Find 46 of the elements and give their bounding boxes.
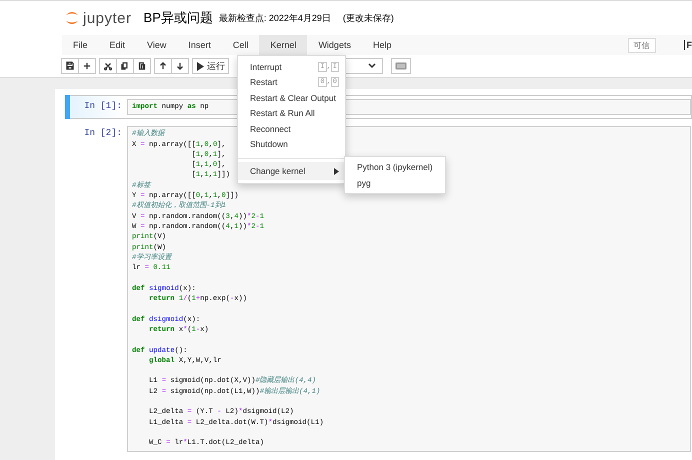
kernel-option[interactable]: Python 3 (ipykernel)	[357, 162, 433, 172]
menu-item[interactable]: Widgets	[307, 35, 362, 55]
menu-option[interactable]: Restart & Run All	[250, 108, 339, 118]
notebook-title[interactable]: BP异或问题	[144, 9, 213, 27]
scissors-icon	[103, 61, 113, 71]
paste-button[interactable]	[133, 58, 151, 74]
menu-item[interactable]: Insert	[177, 35, 222, 55]
menu-option[interactable]: Interrupt	[250, 62, 318, 72]
cell-prompt: In [2]:	[83, 127, 123, 138]
menu-option[interactable]: Shutdown	[250, 139, 339, 150]
menu-item[interactable]: Cell	[222, 35, 260, 55]
keyboard-button[interactable]	[391, 58, 411, 74]
menu-item[interactable]: Help	[362, 35, 402, 55]
checkpoint-text: 最新检查点: 2022年4月29日	[218, 12, 331, 24]
arrow-down-icon	[175, 61, 185, 71]
keyboard-icon	[395, 62, 407, 70]
move-up-button[interactable]	[154, 58, 172, 74]
menu-item[interactable]: View	[136, 35, 178, 55]
paste-icon	[137, 61, 147, 71]
logo-text[interactable]: jupyter	[83, 10, 132, 26]
save-icon	[65, 61, 75, 71]
trusted-badge[interactable]: 可信	[628, 38, 656, 52]
menu-item[interactable]: Kernel	[259, 35, 308, 55]
run-button[interactable]: 运行	[192, 58, 229, 74]
kernel-indicator: F	[684, 40, 692, 50]
cut-button[interactable]	[99, 58, 117, 74]
play-icon	[196, 62, 204, 70]
chevron-down-icon	[368, 63, 376, 69]
save-button[interactable]	[61, 58, 79, 74]
copy-button[interactable]	[116, 58, 134, 74]
move-down-button[interactable]	[171, 58, 189, 74]
code-input[interactable]	[127, 126, 691, 452]
jupyter-logo-icon	[64, 9, 80, 27]
autosave-status: (更改未保存)	[342, 12, 394, 24]
cell-prompt: In [1]:	[83, 100, 123, 111]
add-cell-button[interactable]	[78, 58, 96, 74]
menu-item[interactable]: File	[62, 35, 99, 55]
caret-icon	[334, 168, 339, 174]
copy-icon	[120, 61, 130, 71]
menu-option[interactable]: Restart	[250, 77, 318, 88]
menu-option[interactable]: Reconnect	[250, 124, 339, 134]
arrow-up-icon	[158, 61, 168, 71]
menu-item[interactable]: Edit	[98, 35, 136, 55]
kernel-option[interactable]: pyg	[357, 178, 371, 188]
plus-icon	[82, 61, 92, 71]
change-kernel-option[interactable]: Change kernel	[238, 162, 345, 180]
